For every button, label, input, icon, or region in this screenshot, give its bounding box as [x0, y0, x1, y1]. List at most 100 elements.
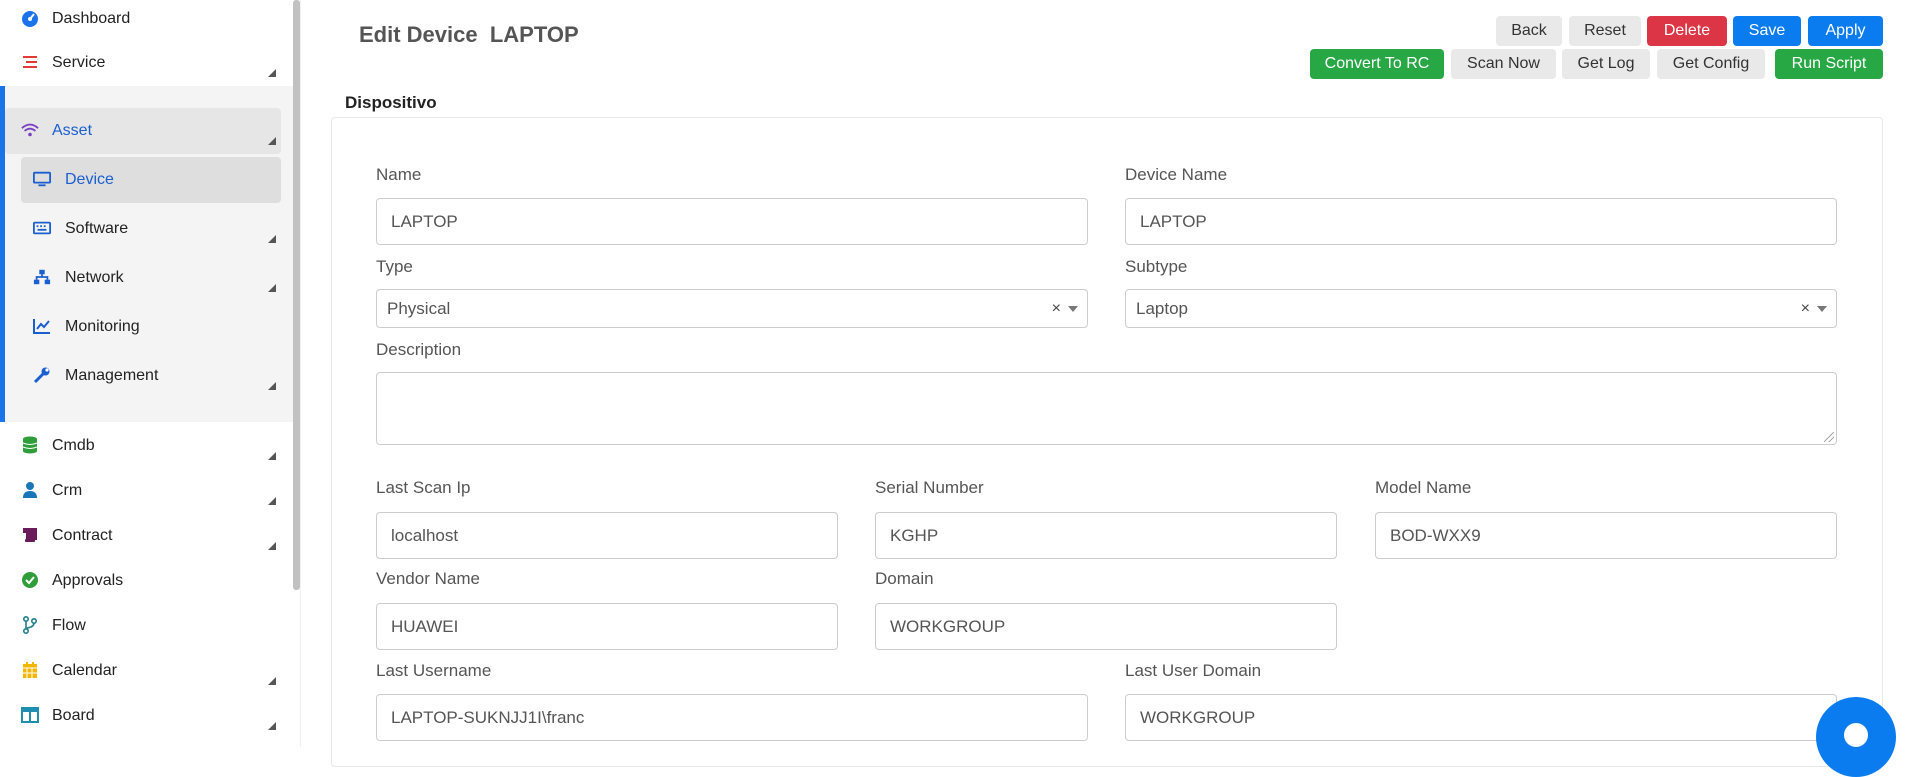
sidebar-item-label: Management — [65, 367, 159, 384]
sidebar-item-software[interactable]: Software — [0, 207, 290, 251]
last-username-label: Last Username — [376, 661, 492, 680]
type-select[interactable]: Physical × — [376, 289, 1088, 328]
name-label: Name — [376, 165, 422, 184]
sidebar-item-cmdb[interactable]: Cmdb — [0, 424, 290, 468]
sidebar-item-label: Flow — [52, 617, 86, 634]
sidebar-item-network[interactable]: Network — [0, 256, 290, 300]
chevron-down-icon[interactable] — [1068, 306, 1078, 312]
sidebar-item-label: Monitoring — [65, 318, 140, 335]
description-label: Description — [376, 340, 462, 359]
sidebar-item-label: Crm — [52, 482, 83, 499]
last-scan-ip-input[interactable]: localhost — [376, 512, 838, 559]
sidebar-item-label: Software — [65, 220, 129, 237]
page-title-prefix: Edit Device — [359, 22, 478, 47]
sidebar-item-label: Service — [52, 54, 106, 71]
device-name-label: Device Name — [1125, 165, 1228, 184]
clear-icon[interactable]: × — [1801, 300, 1810, 318]
sidebar-scrollbar[interactable] — [293, 0, 300, 590]
device-name-input[interactable]: LAPTOP — [1125, 198, 1837, 245]
sidebar-item-asset[interactable]: Asset — [0, 109, 290, 153]
type-label: Type — [376, 257, 413, 276]
vendor-name-label: Vendor Name — [376, 569, 480, 588]
sidebar-item-label: Approvals — [52, 572, 124, 589]
expand-icon[interactable] — [268, 497, 276, 505]
check-circle-icon — [21, 571, 39, 589]
keyboard-icon — [33, 219, 51, 237]
subtype-select-value: Laptop — [1136, 298, 1188, 318]
model-name-input[interactable]: BOD-WXX9 — [1375, 512, 1837, 559]
vendor-name-input[interactable]: HUAWEI — [376, 603, 838, 650]
monitor-icon — [33, 170, 51, 188]
last-username-input[interactable]: LAPTOP-SUKNJJ1I\franc — [376, 694, 1088, 741]
run-script-button[interactable]: Run Script — [1775, 49, 1883, 79]
last-user-domain-label: Last User Domain — [1125, 661, 1262, 680]
expand-icon[interactable] — [268, 69, 276, 77]
main-content: Edit Device LAPTOP Back Reset Delete Sav… — [331, 0, 1920, 767]
page-title-name: LAPTOP — [489, 22, 579, 47]
expand-icon[interactable] — [268, 677, 276, 685]
wrench-icon — [33, 366, 51, 384]
save-button[interactable]: Save — [1733, 16, 1801, 46]
expand-icon[interactable] — [268, 722, 276, 730]
resize-handle-icon[interactable] — [1824, 432, 1834, 442]
expand-icon[interactable] — [268, 542, 276, 550]
clear-icon[interactable]: × — [1052, 300, 1061, 318]
user-icon — [21, 481, 39, 499]
serial-number-label: Serial Number — [875, 478, 984, 497]
name-input[interactable]: LAPTOP — [376, 198, 1088, 245]
chat-icon — [1844, 723, 1868, 747]
chevron-down-icon[interactable] — [1817, 306, 1827, 312]
domain-label: Domain — [875, 569, 934, 588]
serial-number-input[interactable]: KGHP — [875, 512, 1337, 559]
sidebar-item-calendar[interactable]: Calendar — [0, 649, 290, 693]
apply-button[interactable]: Apply — [1808, 16, 1883, 46]
section-title: Dispositivo — [345, 93, 437, 112]
list-icon — [21, 53, 39, 71]
expand-icon[interactable] — [268, 284, 276, 292]
domain-input[interactable]: WORKGROUP — [875, 603, 1337, 650]
dashboard-icon — [21, 9, 39, 27]
sidebar: Dashboard Service Asset Device Software … — [0, 0, 300, 747]
sidebar-item-dashboard[interactable]: Dashboard — [0, 0, 290, 41]
branch-icon — [21, 616, 39, 634]
sidebar-item-board[interactable]: Board — [0, 694, 290, 738]
sidebar-item-label: Device — [65, 171, 114, 188]
sidebar-item-service[interactable]: Service — [0, 41, 290, 85]
subtype-label: Subtype — [1125, 257, 1188, 276]
sidebar-divider — [300, 0, 301, 747]
subtype-select[interactable]: Laptop × — [1125, 289, 1837, 328]
sidebar-item-flow[interactable]: Flow — [0, 604, 290, 648]
get-config-button[interactable]: Get Config — [1657, 49, 1765, 79]
chat-fab-button[interactable] — [1816, 697, 1896, 777]
scan-now-button[interactable]: Scan Now — [1451, 49, 1556, 79]
reset-button[interactable]: Reset — [1569, 16, 1641, 46]
page-title: Edit Device LAPTOP — [359, 22, 579, 48]
expand-icon[interactable] — [268, 452, 276, 460]
sidebar-item-management[interactable]: Management — [0, 354, 290, 398]
expand-icon[interactable] — [268, 137, 276, 145]
sidebar-item-label: Board — [52, 707, 95, 724]
sidebar-item-label: Cmdb — [52, 437, 95, 454]
delete-button[interactable]: Delete — [1647, 16, 1727, 46]
sidebar-item-label: Contract — [52, 527, 113, 544]
sidebar-item-contract[interactable]: Contract — [0, 514, 290, 558]
convert-to-rc-button[interactable]: Convert To RC — [1310, 49, 1444, 79]
network-icon — [33, 268, 51, 286]
sidebar-item-label: Dashboard — [52, 10, 131, 27]
sidebar-item-monitoring[interactable]: Monitoring — [0, 305, 290, 349]
model-name-label: Model Name — [1375, 478, 1472, 497]
sidebar-item-device[interactable]: Device — [0, 158, 290, 202]
sidebar-item-approvals[interactable]: Approvals — [0, 559, 290, 603]
chart-line-icon — [33, 317, 51, 335]
expand-icon[interactable] — [268, 235, 276, 243]
type-select-value: Physical — [387, 298, 451, 318]
sidebar-item-label: Asset — [52, 122, 93, 139]
expand-icon[interactable] — [268, 382, 276, 390]
back-button[interactable]: Back — [1496, 16, 1562, 46]
sidebar-item-label: Network — [65, 269, 124, 286]
description-textarea[interactable] — [376, 372, 1837, 445]
get-log-button[interactable]: Get Log — [1562, 49, 1650, 79]
last-user-domain-input[interactable]: WORKGROUP — [1125, 694, 1837, 741]
sidebar-item-crm[interactable]: Crm — [0, 469, 290, 513]
last-scan-ip-label: Last Scan Ip — [376, 478, 471, 497]
